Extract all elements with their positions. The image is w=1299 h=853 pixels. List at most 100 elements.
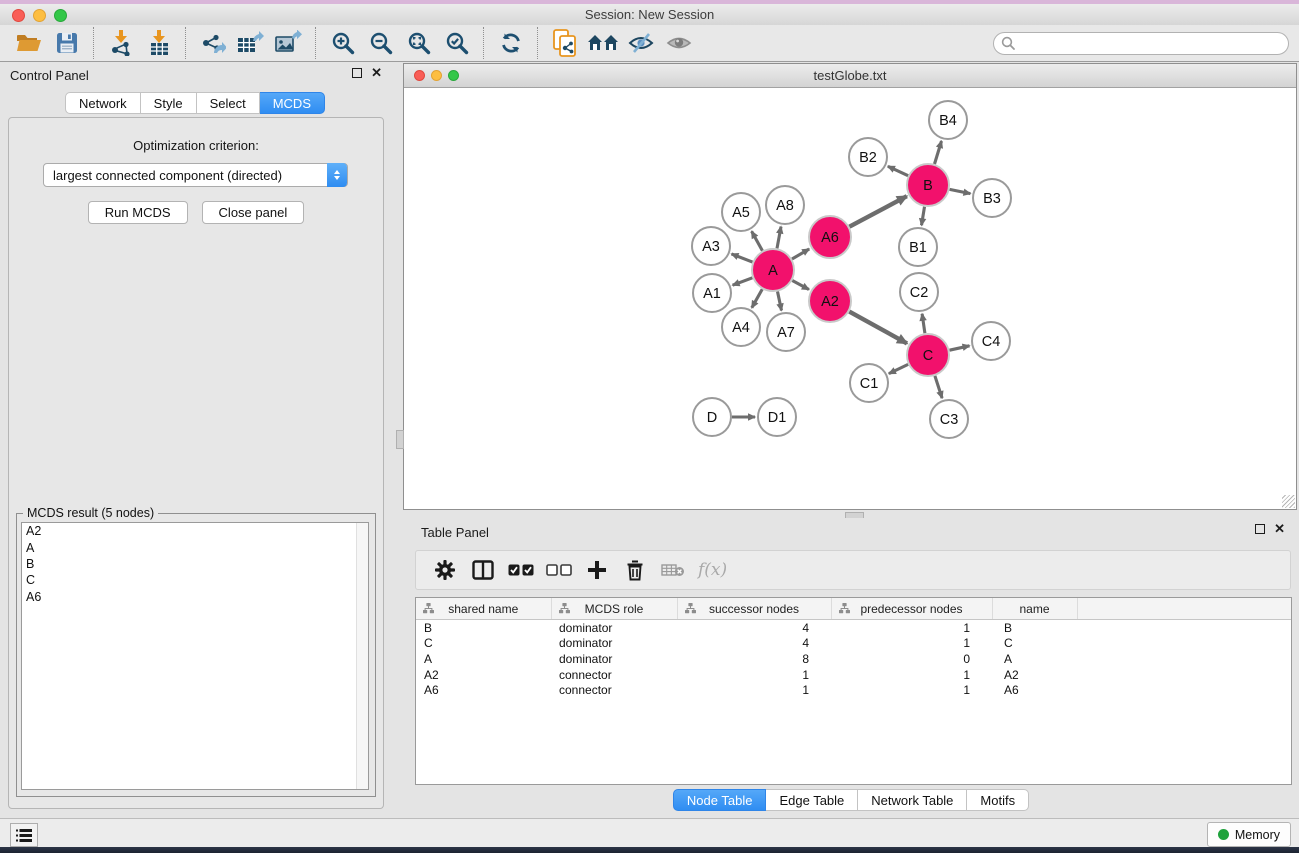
- mcds-result-list[interactable]: A2ABCA6: [21, 522, 369, 790]
- edge-B-B4[interactable]: [935, 141, 942, 164]
- zoom-fit-icon[interactable]: [403, 26, 435, 60]
- zoom-selected-icon[interactable]: [441, 26, 473, 60]
- select-all-checks-icon[interactable]: [506, 554, 536, 586]
- node-label-A5: A5: [732, 205, 750, 221]
- search-input[interactable]: [993, 32, 1289, 55]
- edge-A-A3[interactable]: [732, 254, 753, 262]
- table-row[interactable]: A6connector11A6: [416, 682, 1291, 698]
- function-builder-icon[interactable]: f(x): [698, 560, 727, 580]
- zoom-in-icon[interactable]: [327, 26, 359, 60]
- hide-details-icon[interactable]: [625, 26, 657, 60]
- table-row[interactable]: Bdominator41B: [416, 620, 1291, 636]
- table-tab-network-table[interactable]: Network Table: [858, 789, 967, 811]
- edge-A-A7[interactable]: [778, 292, 782, 311]
- open-folder-icon[interactable]: [13, 26, 45, 60]
- add-column-icon[interactable]: [582, 554, 612, 586]
- result-item[interactable]: B: [22, 556, 357, 572]
- edge-B-B3[interactable]: [950, 189, 971, 193]
- mcds-result-title: MCDS result (5 nodes): [23, 506, 158, 520]
- column-layout-icon[interactable]: [468, 554, 498, 586]
- refresh-layout-icon[interactable]: [495, 26, 527, 60]
- node-label-A8: A8: [776, 198, 794, 214]
- node-label-C3: C3: [940, 412, 959, 428]
- node-label-D: D: [707, 410, 717, 426]
- result-item[interactable]: C: [22, 572, 357, 588]
- zoom-out-icon[interactable]: [365, 26, 397, 60]
- column-header-MCDS-role[interactable]: MCDS role: [551, 598, 677, 620]
- table-tab-edge-table[interactable]: Edge Table: [766, 789, 858, 811]
- table-row[interactable]: A2connector11A2: [416, 667, 1291, 683]
- close-panel-icon[interactable]: ✕: [371, 68, 382, 78]
- criterion-dropdown[interactable]: largest connected component (directed): [43, 163, 348, 187]
- result-item[interactable]: A6: [22, 589, 357, 605]
- import-network-icon[interactable]: [105, 26, 137, 60]
- node-label-B3: B3: [983, 191, 1001, 207]
- table-tab-node-table[interactable]: Node Table: [673, 789, 767, 811]
- vertical-split-handle[interactable]: [396, 430, 404, 449]
- float-panel-icon[interactable]: [352, 68, 362, 78]
- node-label-A3: A3: [702, 239, 720, 255]
- control-panel-title: Control Panel: [10, 68, 89, 83]
- column-header-shared-name[interactable]: shared name: [416, 598, 551, 620]
- gear-icon[interactable]: [430, 554, 460, 586]
- node-label-D1: D1: [768, 410, 787, 426]
- table-panel-title: Table Panel: [421, 525, 489, 540]
- close-table-panel-icon[interactable]: ✕: [1274, 524, 1285, 534]
- network-window-titlebar[interactable]: testGlobe.txt: [404, 64, 1296, 88]
- import-table-icon[interactable]: [143, 26, 175, 60]
- edge-A-A1[interactable]: [733, 278, 753, 285]
- edge-C-C3[interactable]: [935, 376, 942, 398]
- node-label-C1: C1: [860, 376, 879, 392]
- tab-style[interactable]: Style: [141, 92, 197, 114]
- float-table-panel-icon[interactable]: [1255, 524, 1265, 534]
- show-panels-button[interactable]: [10, 823, 38, 847]
- show-eye-icon[interactable]: [663, 26, 695, 60]
- edge-A-A4[interactable]: [752, 289, 762, 308]
- table-toolbar: f(x): [415, 550, 1291, 590]
- column-header-successor-nodes[interactable]: successor nodes: [677, 598, 831, 620]
- edge-C-C1[interactable]: [889, 364, 908, 373]
- edge-A-A6[interactable]: [792, 249, 809, 259]
- desktop-background-bottom: [0, 847, 1299, 853]
- edge-A2-C[interactable]: [849, 312, 907, 344]
- edge-A-A2[interactable]: [792, 281, 809, 290]
- memory-button[interactable]: Memory: [1207, 822, 1291, 847]
- table-row[interactable]: Adominator80A: [416, 651, 1291, 667]
- node-label-B1: B1: [909, 240, 927, 256]
- window-resize-grip[interactable]: [1282, 495, 1295, 508]
- result-scrollbar[interactable]: [356, 523, 368, 789]
- save-icon[interactable]: [51, 26, 83, 60]
- first-neighbours-icon[interactable]: [587, 26, 619, 60]
- dropdown-stepper-icon: [327, 163, 347, 187]
- result-item[interactable]: A: [22, 539, 357, 555]
- export-table-icon[interactable]: [235, 26, 267, 60]
- edge-C-C2[interactable]: [922, 314, 925, 333]
- edge-C-C4[interactable]: [950, 346, 970, 350]
- tab-network[interactable]: Network: [65, 92, 141, 114]
- edge-B-B2[interactable]: [888, 166, 908, 175]
- result-item[interactable]: A2: [22, 523, 357, 539]
- edge-A6-B[interactable]: [849, 196, 906, 227]
- network-from-selection-icon[interactable]: [549, 26, 581, 60]
- table-row[interactable]: Cdominator41C: [416, 636, 1291, 652]
- node-table[interactable]: shared nameMCDS rolesuccessor nodesprede…: [415, 597, 1292, 785]
- tab-mcds[interactable]: MCDS: [260, 92, 325, 114]
- export-network-icon[interactable]: [197, 26, 229, 60]
- edge-B-B1[interactable]: [922, 207, 925, 226]
- table-tab-motifs[interactable]: Motifs: [967, 789, 1029, 811]
- delete-column-icon[interactable]: [620, 554, 650, 586]
- delete-table-icon[interactable]: [658, 554, 688, 586]
- deselect-all-checks-icon[interactable]: [544, 554, 574, 586]
- edge-A-A8[interactable]: [777, 227, 781, 249]
- list-icon: [16, 829, 32, 842]
- network-canvas[interactable]: B4B2BB3A8A5A6B1A3AA1C2A2A4A7C4CC1DD1C3: [404, 88, 1296, 509]
- column-header-predecessor-nodes[interactable]: predecessor nodes: [831, 598, 992, 620]
- search-field: [993, 32, 1289, 55]
- column-header-name[interactable]: name: [992, 598, 1077, 620]
- close-panel-button[interactable]: Close panel: [202, 201, 305, 224]
- edge-A-A5[interactable]: [752, 231, 763, 250]
- node-label-B4: B4: [939, 113, 957, 129]
- export-image-icon[interactable]: [273, 26, 305, 60]
- tab-select[interactable]: Select: [197, 92, 260, 114]
- run-mcds-button[interactable]: Run MCDS: [88, 201, 188, 224]
